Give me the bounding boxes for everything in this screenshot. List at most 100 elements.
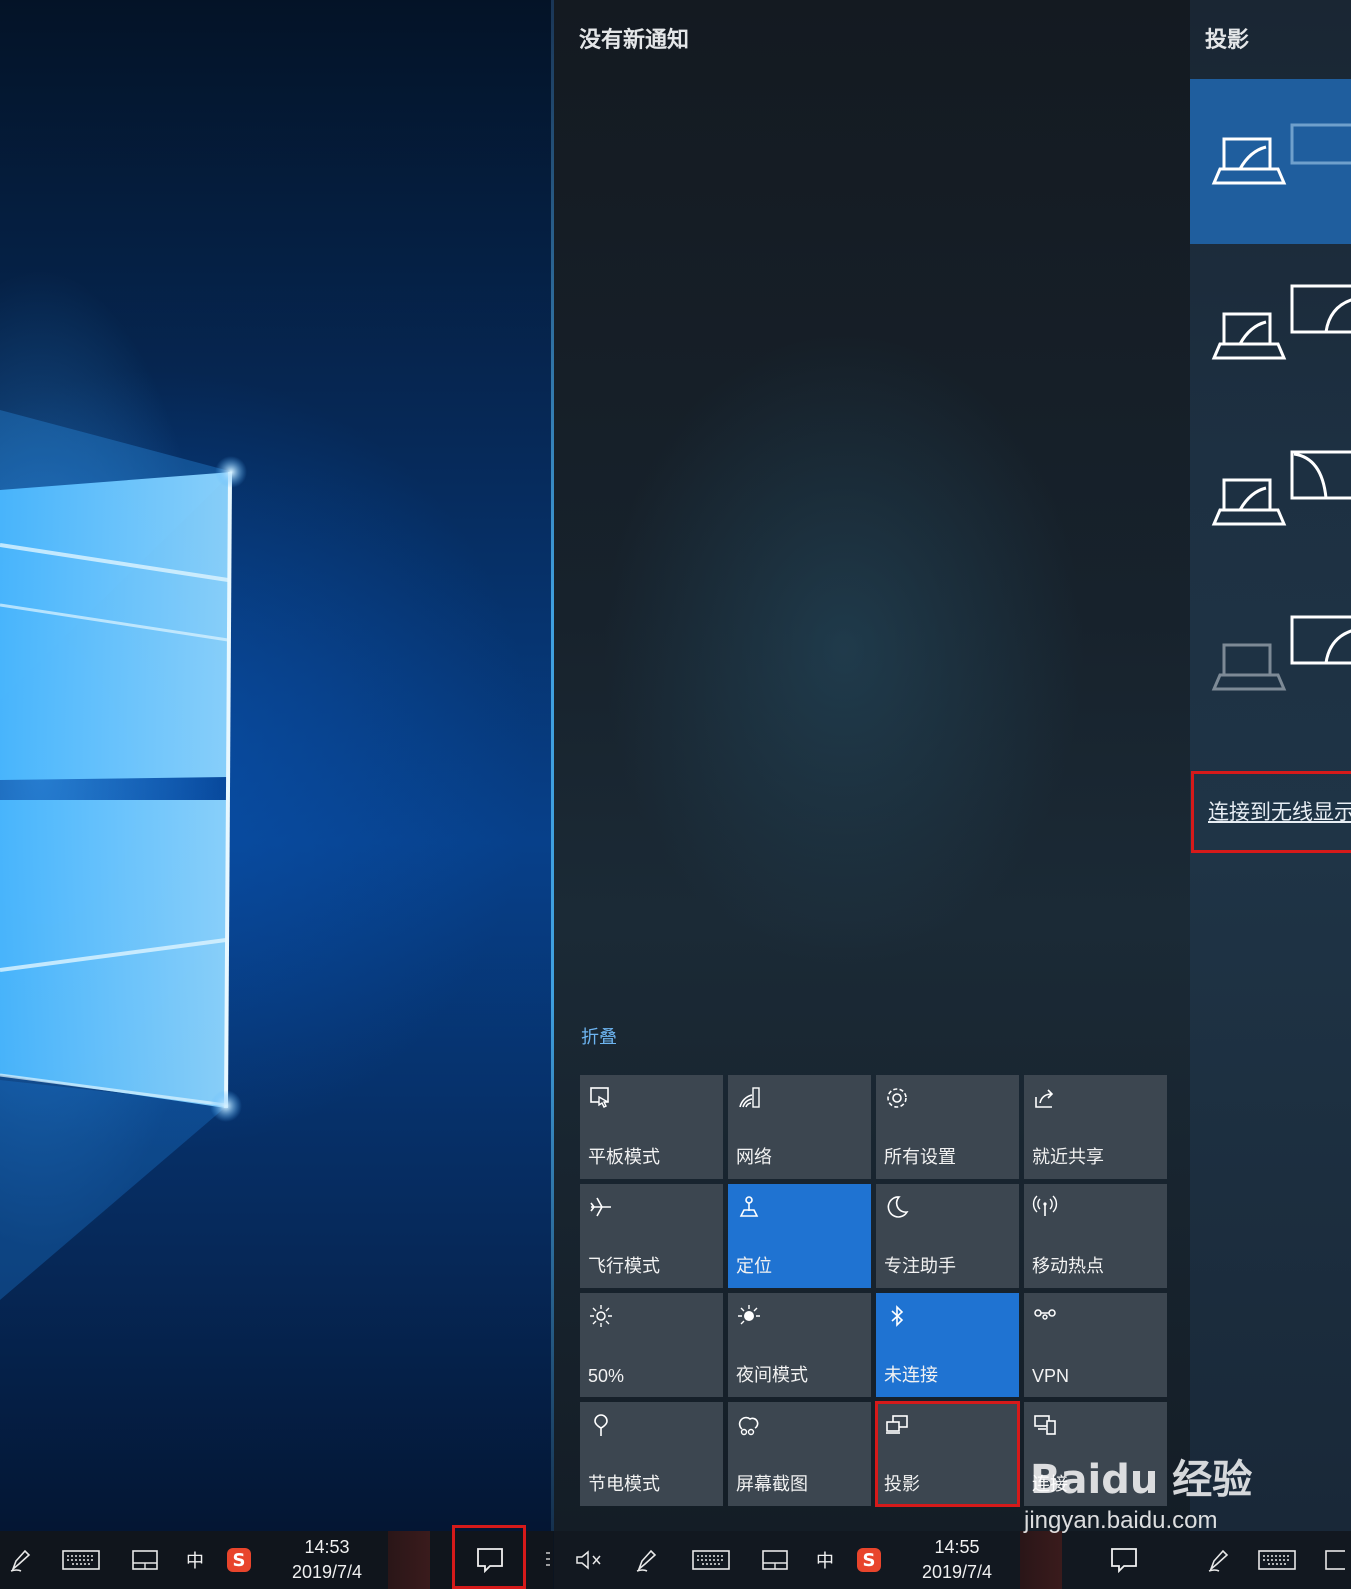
tile-brightness[interactable]: 50% [580,1293,723,1397]
tile-label: 投影 [884,1474,920,1494]
touchpad-icon [1325,1550,1345,1570]
tile-label: 就近共享 [1032,1147,1104,1167]
project-option-pc-screen-only[interactable] [1190,79,1351,244]
taskbar-clock[interactable]: 14:55 2019/7/4 [902,1535,1012,1585]
share-icon [1035,1089,1054,1108]
gear-icon [887,1088,907,1108]
grip-icon [546,1552,550,1566]
action-center-button[interactable] [1094,1531,1154,1589]
action-center-panel: 没有新通知 折叠 平板模式 网络 所有设置 就近共享 飞行模式 定位 专注助手 … [554,0,1190,1531]
sogou-ime-button[interactable]: S [224,1531,254,1589]
touchpad-button[interactable] [128,1531,162,1589]
tile-project[interactable]: 投影 [875,1401,1020,1507]
sogou-ime-button[interactable]: S [854,1531,884,1589]
desktop-wallpaper [0,0,553,1531]
clock-time: 14:55 [934,1537,980,1557]
wireless-display-highlight: 连接到无线显示 [1191,771,1351,853]
extend-icon [1211,450,1351,526]
second-screen-only-icon [1211,615,1351,691]
touchpad-icon [132,1550,158,1570]
touch-keyboard-button[interactable] [688,1531,734,1589]
keyboard-icon [1258,1550,1296,1570]
show-desktop-button[interactable] [1020,1531,1062,1589]
keyboard-icon [692,1550,730,1570]
taskbar-middle: 中 S 14:55 2019/7/4 [546,1531,1190,1589]
screen-snip-icon [738,1416,759,1436]
project-icon [886,1415,908,1434]
tile-location[interactable]: 定位 [728,1184,871,1288]
tile-mobile-hotspot[interactable]: 移动热点 [1024,1184,1167,1288]
pen-icon [10,1549,31,1572]
touch-keyboard-button[interactable] [58,1531,104,1589]
tile-vpn[interactable]: VPN [1024,1293,1167,1397]
tile-label: VPN [1032,1366,1070,1386]
brightness-icon [590,1305,612,1327]
tile-label: 所有设置 [884,1147,956,1167]
connect-icon [1034,1415,1056,1435]
windows-logo-light [0,410,247,1300]
tile-tablet-mode[interactable]: 平板模式 [580,1075,723,1179]
touchpad-button[interactable] [1320,1531,1350,1589]
tile-bluetooth[interactable]: 未连接 [876,1293,1019,1397]
pen-workspace-button[interactable] [2,1531,38,1589]
pc-screen-only-icon [1211,123,1351,185]
tile-label: 移动热点 [1032,1256,1104,1276]
tile-label: 定位 [736,1256,772,1276]
volume-muted-icon [576,1550,601,1570]
tile-label: 节电模式 [588,1474,660,1494]
pen-workspace-button[interactable] [628,1531,664,1589]
clock-time: 14:53 [304,1537,350,1557]
tile-label: 专注助手 [884,1256,956,1276]
tile-nearby-share[interactable]: 就近共享 [1024,1075,1167,1179]
location-icon [739,1196,759,1217]
tile-airplane-mode[interactable]: 飞行模式 [580,1184,723,1288]
keyboard-icon [62,1550,100,1570]
quick-actions-grid: 平板模式 网络 所有设置 就近共享 飞行模式 定位 专注助手 移动热点 50% … [580,1075,1169,1507]
show-desktop-button[interactable] [388,1531,430,1589]
project-option-duplicate[interactable] [1190,244,1351,409]
tile-label: 夜间模式 [736,1365,808,1385]
moon-icon [887,1196,909,1218]
duplicate-icon [1211,284,1351,360]
taskbar-right [1190,1531,1351,1589]
ime-indicator[interactable]: 中 [180,1531,210,1589]
sogou-icon: S [227,1548,251,1572]
tile-focus-assist[interactable]: 专注助手 [876,1184,1019,1288]
taskbar-left: 中 S 14:53 2019/7/4 [0,1525,553,1589]
volume-button[interactable] [572,1531,606,1589]
pen-icon [636,1549,657,1572]
project-option-extend[interactable] [1190,410,1351,575]
tile-network[interactable]: 网络 [728,1075,871,1179]
touchpad-button[interactable] [758,1531,792,1589]
tile-label: 连接 [1032,1474,1068,1494]
tile-screen-snip[interactable]: 屏幕截图 [728,1402,871,1506]
touchpad-icon [762,1550,788,1570]
action-center-highlight [452,1525,526,1589]
ime-indicator[interactable]: 中 [810,1531,840,1589]
airplane-icon [590,1197,611,1217]
battery-saver-icon [594,1414,608,1436]
sogou-icon: S [857,1548,881,1572]
tile-night-light[interactable]: 夜间模式 [728,1293,871,1397]
tile-label: 未连接 [884,1365,938,1385]
tile-all-settings[interactable]: 所有设置 [876,1075,1019,1179]
tile-battery-saver[interactable]: 节电模式 [580,1402,723,1506]
pen-workspace-button[interactable] [1200,1531,1236,1589]
project-panel: 投影 连接到无线显示 [1190,0,1351,1531]
tile-label: 平板模式 [588,1147,660,1167]
connect-wireless-display-link[interactable]: 连接到无线显示 [1208,796,1351,826]
tile-label: 屏幕截图 [736,1474,808,1494]
collapse-link[interactable]: 折叠 [581,1023,617,1049]
project-option-second-screen-only[interactable] [1190,575,1351,740]
tile-connect[interactable]: 连接 [1024,1402,1167,1506]
notifications-title: 没有新通知 [579,27,690,52]
tile-label: 飞行模式 [588,1256,660,1276]
network-icon [739,1087,760,1108]
touch-keyboard-button[interactable] [1254,1531,1300,1589]
tile-label: 50% [588,1366,625,1386]
project-panel-title: 投影 [1205,27,1250,52]
tablet-mode-icon [590,1087,610,1108]
vpn-icon [1034,1309,1056,1320]
clock-date: 2019/7/4 [921,1562,993,1582]
taskbar-clock[interactable]: 14:53 2019/7/4 [272,1535,382,1585]
